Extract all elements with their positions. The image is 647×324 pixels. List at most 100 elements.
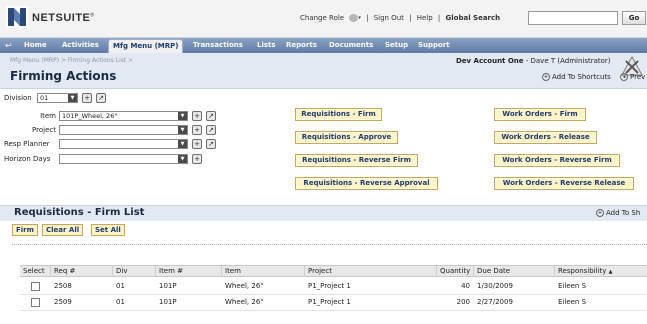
firm-button[interactable]: Firm: [12, 224, 38, 236]
chevron-down-icon: ▼: [178, 112, 187, 120]
nav-home[interactable]: Home: [20, 38, 51, 53]
page-header: Mfg Menu (MRP) > Firming Actions List > …: [0, 53, 647, 89]
chevron-down-icon[interactable]: ▾: [358, 15, 361, 21]
project-label: Project: [32, 126, 56, 134]
nav-activities[interactable]: Activities: [58, 38, 103, 53]
project-select[interactable]: ▼: [59, 125, 188, 135]
project: P1_Project 1: [308, 282, 351, 290]
chevron-down-icon: ▼: [178, 126, 187, 134]
quantity: 40: [461, 282, 470, 290]
due-date: 1/30/2009: [477, 282, 513, 290]
add-icon[interactable]: +: [82, 93, 92, 103]
quantity: 200: [456, 298, 470, 306]
col-item[interactable]: Item: [221, 266, 241, 277]
requisitions-firm-button[interactable]: Requisitions - Firm: [295, 108, 382, 121]
global-search-label: Global Search: [445, 14, 501, 22]
work-orders-firm-button[interactable]: Work Orders - Firm: [494, 108, 586, 121]
work-orders-release-button[interactable]: Work Orders - Release: [494, 131, 597, 144]
nav-transactions[interactable]: Transactions: [189, 38, 247, 53]
add-shortcuts-link[interactable]: + Add To Shortcuts: [542, 73, 611, 81]
divider: [12, 244, 647, 245]
div: 01: [116, 282, 125, 290]
responsibility: Eileen S: [558, 282, 587, 290]
chevron-down-icon: ▼: [178, 155, 187, 163]
sort-ascending-icon: ▲: [608, 269, 613, 275]
col-quantity[interactable]: Quantity: [436, 266, 470, 277]
plus-circle-icon: +: [542, 73, 550, 81]
item-no: 101P: [159, 282, 177, 290]
work-orders-reverse-release-button[interactable]: Work Orders - Reverse Release: [494, 177, 634, 190]
item-label: Item: [40, 112, 56, 120]
item: Wheel, 26": [225, 282, 264, 290]
nav-support[interactable]: Support: [414, 38, 454, 53]
open-record-icon[interactable]: ↗: [96, 93, 106, 103]
resp-planner-select[interactable]: ▼: [59, 139, 188, 149]
back-arrow-icon[interactable]: ↩: [5, 41, 14, 50]
due-date: 2/27/2009: [477, 298, 513, 306]
add-icon[interactable]: +: [192, 154, 202, 164]
account-info: Dev Account One - Dave T (Administrator): [456, 57, 611, 65]
page-title: Firming Actions: [10, 69, 117, 83]
globe-icon[interactable]: [349, 14, 359, 22]
project: P1_Project 1: [308, 298, 351, 306]
nav-mfg-menu[interactable]: Mfg Menu (MRP): [108, 39, 184, 53]
clear-all-button[interactable]: Clear All: [42, 224, 84, 236]
col-item-no[interactable]: Item #: [155, 266, 183, 277]
item-no: 101P: [159, 298, 177, 306]
add-icon[interactable]: +: [192, 139, 202, 149]
div: 01: [116, 298, 125, 306]
nav-lists[interactable]: Lists: [253, 38, 280, 53]
col-due-date[interactable]: Due Date: [473, 266, 510, 277]
col-select[interactable]: Select: [20, 266, 45, 277]
open-record-icon[interactable]: ↗: [206, 139, 216, 149]
item: Wheel, 26": [225, 298, 264, 306]
sign-out-link[interactable]: Sign Out: [374, 14, 404, 22]
chevron-down-icon: ▼: [178, 140, 187, 148]
go-button[interactable]: Go: [622, 11, 646, 25]
plus-circle-icon: +: [596, 209, 604, 217]
horizon-days-select[interactable]: ▼: [59, 154, 188, 164]
breadcrumb[interactable]: Mfg Menu (MRP) > Firming Actions List >: [10, 57, 133, 64]
work-orders-reverse-firm-button[interactable]: Work Orders - Reverse Firm: [494, 154, 620, 167]
horizon-days-label: Horizon Days: [4, 155, 51, 163]
arrow-left-icon: ◂: [620, 73, 628, 81]
open-record-icon[interactable]: ↗: [206, 111, 216, 121]
requisitions-reverse-firm-button[interactable]: Requisitions - Reverse Firm: [295, 154, 418, 167]
responsibility: Eileen S: [558, 298, 587, 306]
row-divider: [20, 294, 647, 295]
chevron-down-icon: ▼: [68, 94, 77, 102]
help-link[interactable]: Help: [417, 14, 433, 22]
col-project[interactable]: Project: [304, 266, 332, 277]
top-links: Change Role ▾ | Sign Out | Help | Global…: [300, 14, 501, 22]
open-record-icon[interactable]: ↗: [206, 125, 216, 135]
division-select[interactable]: 01 ▼: [37, 93, 78, 103]
requisitions-approve-button[interactable]: Requisitions - Approve: [295, 131, 398, 144]
change-role-link[interactable]: Change Role: [300, 14, 344, 22]
col-responsibility[interactable]: Responsibility ▲: [554, 266, 613, 277]
global-search-input[interactable]: [528, 11, 618, 25]
add-icon[interactable]: +: [192, 111, 202, 121]
requisitions-reverse-approval-button[interactable]: Requisitions - Reverse Approval: [295, 177, 438, 190]
row-select-checkbox[interactable]: [31, 282, 40, 291]
netsuite-logo: [6, 6, 28, 28]
prev-link[interactable]: ◂ Prev: [620, 73, 645, 81]
main-nav: ↩ Home Activities Mfg Menu (MRP) Transac…: [0, 38, 647, 53]
set-all-button[interactable]: Set All: [91, 224, 125, 236]
col-req-no[interactable]: Req #: [50, 266, 75, 277]
item-select[interactable]: 101P_Wheel, 26" ▼: [59, 111, 188, 121]
row-select-checkbox[interactable]: [31, 298, 40, 307]
nav-documents[interactable]: Documents: [325, 38, 377, 53]
division-label: Division: [4, 94, 32, 102]
brand-name: NETSUITE®: [32, 12, 95, 24]
nav-setup[interactable]: Setup: [381, 38, 412, 53]
list-title: Requisitions - Firm List: [14, 207, 145, 218]
list-add-shortcut-link[interactable]: + Add To Sh: [596, 209, 640, 217]
add-icon[interactable]: +: [192, 125, 202, 135]
top-bar: NETSUITE® Change Role ▾ | Sign Out | Hel…: [0, 0, 647, 38]
req-no[interactable]: 2508: [54, 281, 72, 291]
resp-planner-label: Resp Planner: [4, 140, 50, 148]
row-divider: [20, 310, 647, 311]
nav-reports[interactable]: Reports: [282, 38, 321, 53]
col-div[interactable]: Div: [112, 266, 127, 277]
req-no[interactable]: 2509: [54, 297, 72, 307]
